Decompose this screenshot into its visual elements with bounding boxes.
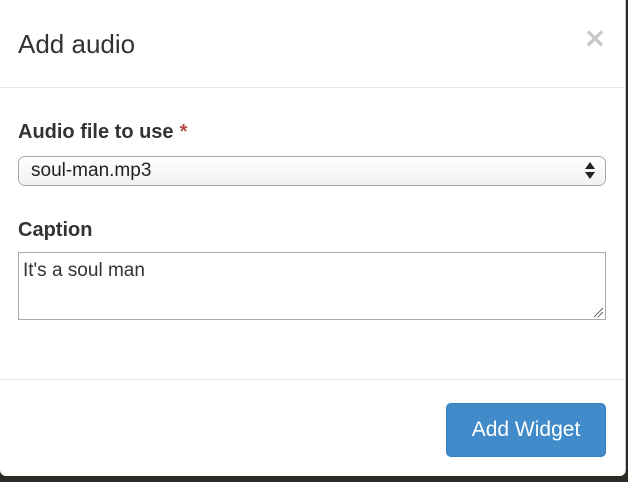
select-arrows-icon xyxy=(585,161,595,181)
audio-file-label: Audio file to use * xyxy=(18,119,187,145)
modal-body: Audio file to use * soul-man.mp3 Caption … xyxy=(0,88,625,379)
modal-header: Add audio × xyxy=(0,0,625,88)
add-widget-button[interactable]: Add Widget xyxy=(446,403,606,457)
close-icon[interactable]: × xyxy=(583,24,607,52)
audio-file-label-text: Audio file to use xyxy=(18,121,174,143)
modal-footer: Add Widget xyxy=(0,379,625,476)
required-indicator: * xyxy=(179,121,188,143)
audio-file-select[interactable]: soul-man.mp3 xyxy=(18,156,606,186)
add-audio-modal: Add audio × Audio file to use * soul-man.… xyxy=(0,0,626,476)
modal-title: Add audio xyxy=(18,29,136,59)
audio-file-selected-value: soul-man.mp3 xyxy=(31,160,152,181)
caption-label: Caption xyxy=(18,219,93,241)
caption-textarea[interactable]: It's a soul man xyxy=(18,252,606,320)
